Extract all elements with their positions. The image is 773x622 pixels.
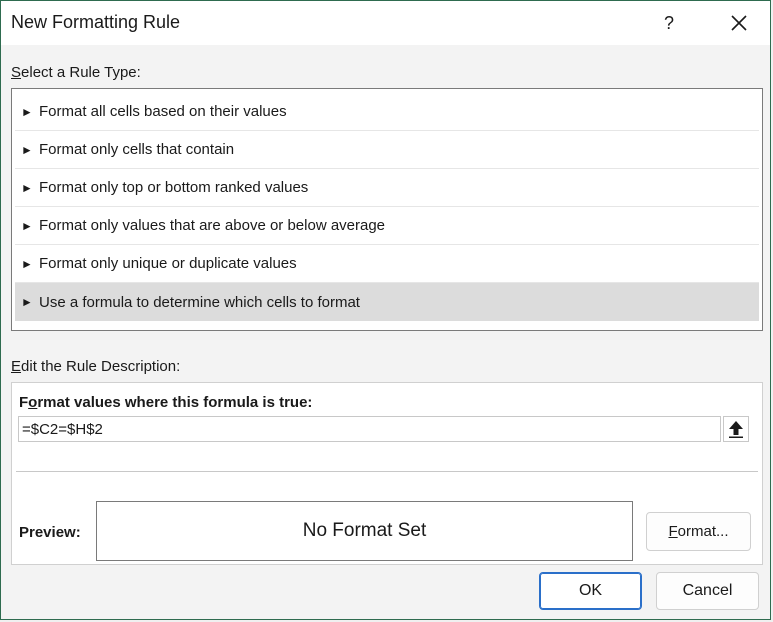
arrow-right-icon: ►	[21, 256, 33, 271]
arrow-right-icon: ►	[21, 218, 33, 233]
rule-type-item-label: Format only values that are above or bel…	[39, 217, 386, 234]
preview-box: No Format Set	[96, 501, 633, 561]
format-button[interactable]: Format...	[646, 512, 751, 551]
close-button[interactable]	[719, 7, 759, 39]
rule-description-panel: Format values where this formula is true…	[11, 382, 763, 565]
arrow-right-icon: ►	[21, 142, 33, 157]
ok-button[interactable]: OK	[539, 572, 642, 610]
collapse-dialog-button[interactable]	[723, 416, 749, 442]
rule-type-item[interactable]: ► Format only values that are above or b…	[15, 207, 759, 245]
dialog-title: New Formatting Rule	[11, 12, 181, 32]
formula-label: Format values where this formula is true…	[19, 394, 313, 411]
formula-input[interactable]	[18, 416, 721, 442]
help-icon: ?	[663, 12, 674, 33]
close-icon	[731, 15, 747, 31]
arrow-right-icon: ►	[21, 104, 33, 119]
rule-type-item-selected[interactable]: ► Use a formula to determine which cells…	[15, 283, 759, 321]
rule-type-item-label: Use a formula to determine which cells t…	[39, 293, 360, 311]
range-select-arrow-icon	[729, 421, 743, 438]
separator	[16, 471, 758, 472]
rule-type-label: Select a Rule Type:	[11, 64, 141, 81]
rule-type-item-label: Format only unique or duplicate values	[39, 255, 297, 272]
rule-type-item[interactable]: ► Format all cells based on their values	[15, 93, 759, 131]
arrow-right-icon: ►	[21, 295, 33, 309]
title-bar: New Formatting Rule ?	[1, 1, 770, 45]
new-formatting-rule-dialog: New Formatting Rule ? Select a Rule Type…	[0, 0, 771, 620]
help-button[interactable]: ?	[653, 7, 685, 39]
preview-label: Preview:	[19, 524, 81, 541]
arrow-right-icon: ►	[21, 180, 33, 195]
preview-text: No Format Set	[302, 520, 427, 541]
rule-type-list[interactable]: ► Format all cells based on their values…	[11, 88, 763, 331]
rule-description-label: Edit the Rule Description:	[11, 358, 181, 375]
rule-type-item-label: Format only cells that contain	[39, 141, 235, 158]
rule-type-item-label: Format all cells based on their values	[39, 103, 287, 120]
rule-type-item-label: Format only top or bottom ranked values	[39, 179, 309, 196]
rule-type-item[interactable]: ► Format only top or bottom ranked value…	[15, 169, 759, 207]
rule-type-item[interactable]: ► Format only cells that contain	[15, 131, 759, 169]
rule-type-item[interactable]: ► Format only unique or duplicate values	[15, 245, 759, 283]
cancel-button[interactable]: Cancel	[656, 572, 759, 610]
